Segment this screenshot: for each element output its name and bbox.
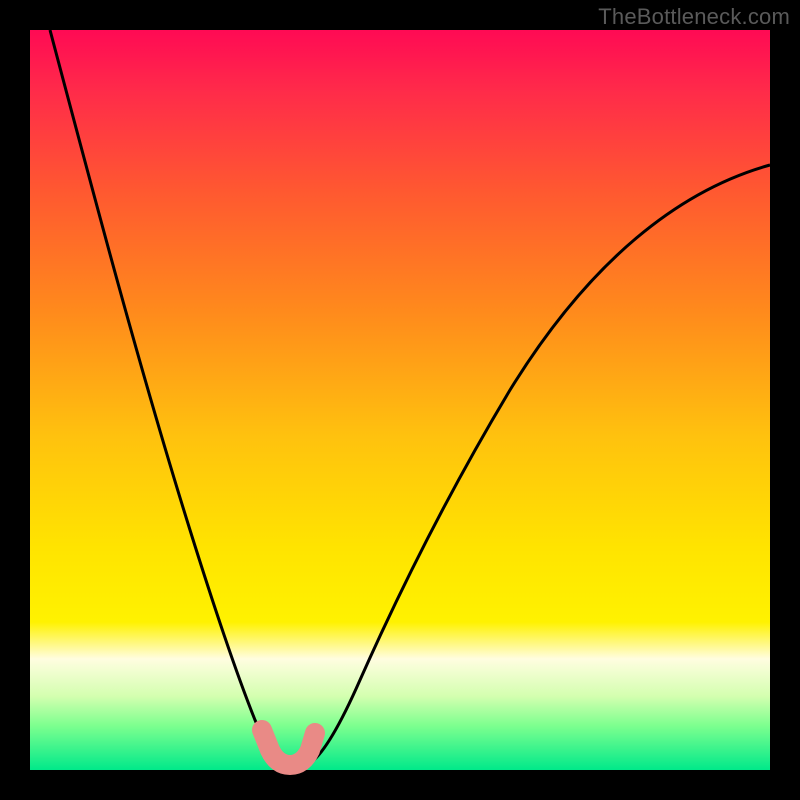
watermark-text: TheBottleneck.com	[598, 4, 790, 30]
bottom-worm-marker	[262, 730, 315, 765]
curve-right-branch	[310, 165, 770, 763]
plot-area	[30, 30, 770, 770]
chart-container: TheBottleneck.com	[0, 0, 800, 800]
curve-left-branch	[50, 30, 283, 763]
curve-layer	[30, 30, 770, 770]
